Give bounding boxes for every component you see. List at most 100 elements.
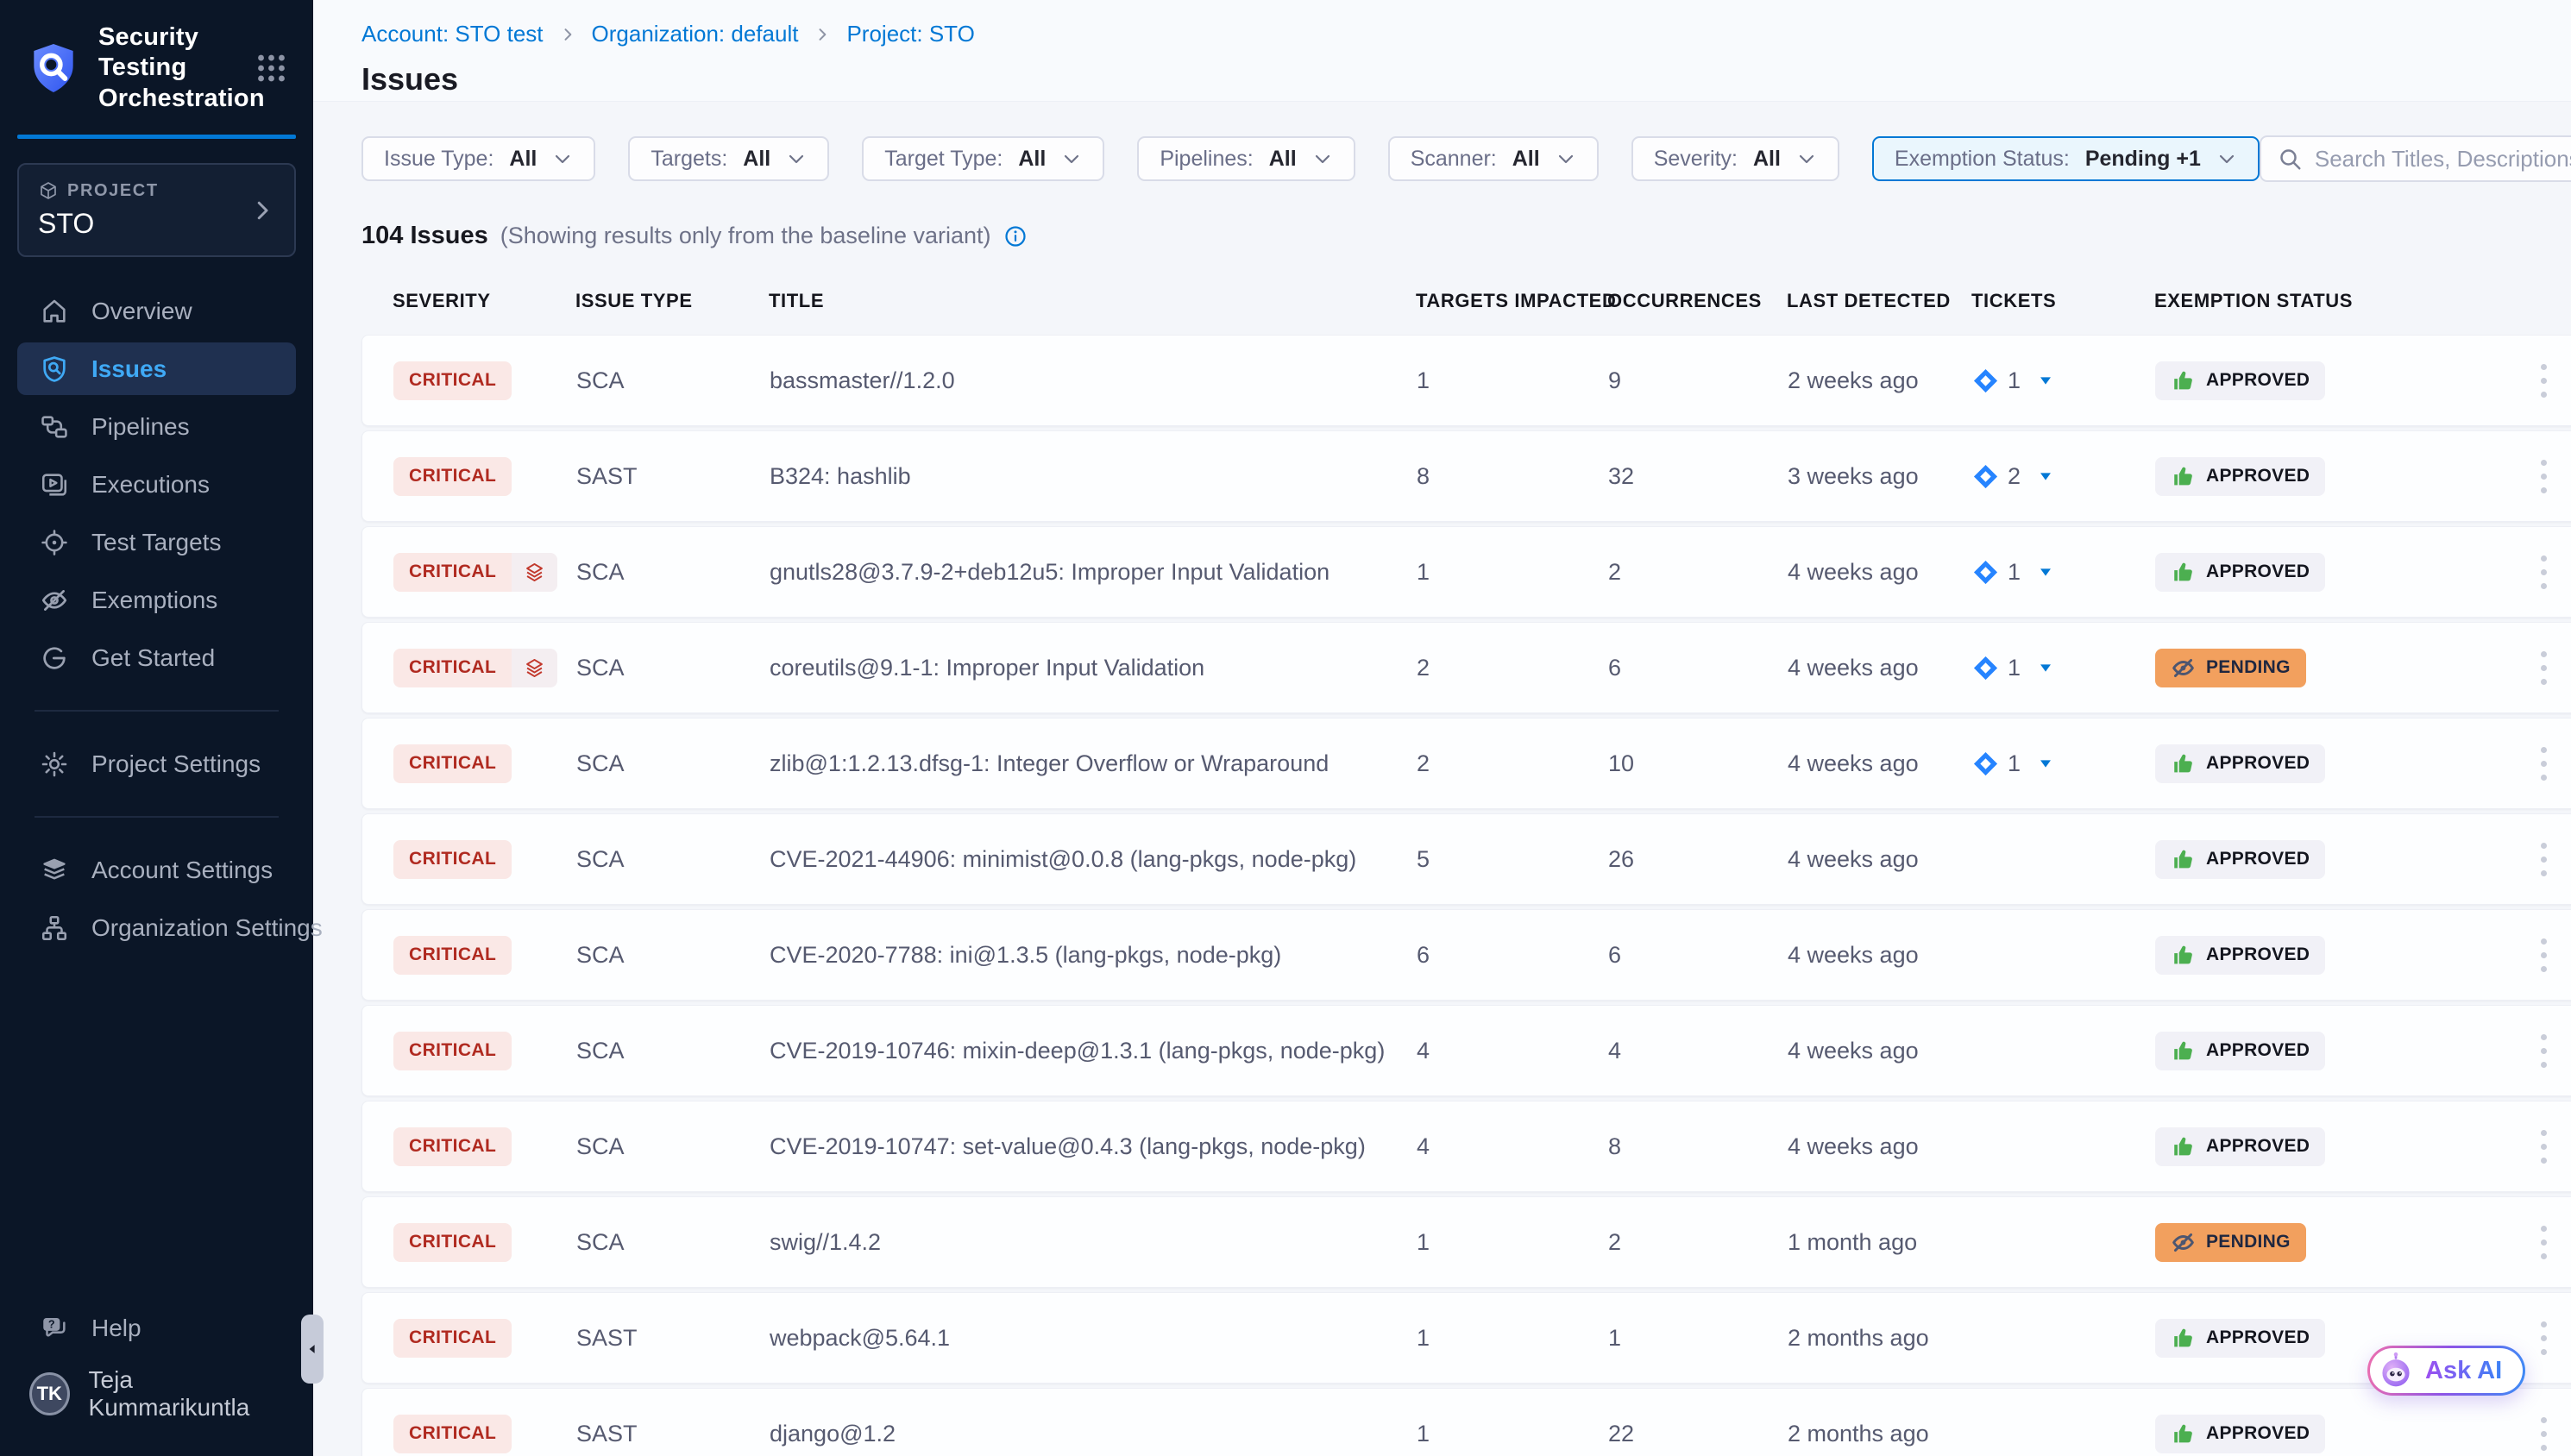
table-row[interactable]: CRITICALSCAbassmaster//1.2.0192 weeks ag… — [361, 335, 2571, 426]
home-icon — [40, 297, 69, 326]
chevron-right-icon — [559, 26, 576, 43]
sidebar-item-help[interactable]: ? Help — [17, 1302, 296, 1354]
sidebar-item-pipelines[interactable]: Pipelines — [17, 400, 296, 453]
module-grid-icon[interactable] — [254, 48, 289, 88]
row-menu-button[interactable] — [2536, 1125, 2552, 1169]
sidebar-item-overview[interactable]: Overview — [17, 285, 296, 337]
last-detected: 2 weeks ago — [1788, 367, 1972, 394]
table-row[interactable]: CRITICALSASTB324: hashlib8323 weeks ago2… — [361, 430, 2571, 522]
row-menu-button[interactable] — [2536, 359, 2552, 403]
exemption-status-badge: APPROVED — [2155, 553, 2325, 592]
thumb-up-icon — [2171, 560, 2196, 585]
exemption-status-cell: APPROVED — [2155, 936, 2442, 975]
breadcrumb-link[interactable]: Account: STO test — [361, 21, 544, 47]
issue-title: zlib@1:1.2.13.dfsg-1: Integer Overflow o… — [770, 750, 1417, 777]
thumb-up-icon — [2171, 1039, 2196, 1064]
exemption-status-badge: PENDING — [2155, 649, 2306, 687]
chevron-down-icon — [552, 148, 573, 169]
table-row[interactable]: CRITICALSCAswig//1.4.2121 month agoPENDI… — [361, 1196, 2571, 1288]
filter-label: Target Type: — [884, 147, 1003, 172]
last-detected: 4 weeks ago — [1788, 942, 1972, 969]
filter-targets[interactable]: Targets: All — [628, 136, 829, 181]
table-row[interactable]: CRITICALSCACVE-2019-10746: mixin-deep@1.… — [361, 1005, 2571, 1096]
occurrences: 22 — [1608, 1421, 1788, 1447]
svg-text:?: ? — [48, 1317, 55, 1330]
filter-issue-type[interactable]: Issue Type: All — [361, 136, 595, 181]
table-row[interactable]: CRITICALSCACVE-2021-44906: minimist@0.0.… — [361, 813, 2571, 905]
sidebar-item-test-targets[interactable]: Test Targets — [17, 516, 296, 568]
row-menu-button[interactable] — [2536, 1221, 2552, 1265]
sidebar-item-issues[interactable]: Issues — [17, 342, 296, 395]
ticket-caret-button[interactable] — [2036, 467, 2055, 486]
severity-label: CRITICAL — [393, 1127, 512, 1166]
row-menu-button[interactable] — [2536, 646, 2552, 690]
severity-badge: CRITICAL — [393, 1032, 512, 1070]
info-icon[interactable] — [1003, 224, 1028, 248]
table-header: SEVERITYISSUE TYPETITLETARGETS IMPACTEDO… — [361, 290, 2571, 312]
last-detected: 4 weeks ago — [1788, 846, 1972, 873]
severity-label: CRITICAL — [393, 1319, 512, 1358]
row-menu-button[interactable] — [2536, 1412, 2552, 1456]
breadcrumb-link[interactable]: Project: STO — [846, 21, 974, 47]
last-detected: 4 weeks ago — [1788, 750, 1972, 777]
occurrences: 1 — [1608, 1325, 1788, 1352]
ticket-caret-button[interactable] — [2036, 754, 2055, 773]
table-row[interactable]: CRITICALSCACVE-2020-7788: ini@1.3.5 (lan… — [361, 909, 2571, 1001]
sidebar-collapse-handle[interactable] — [301, 1315, 324, 1384]
table-row[interactable]: CRITICALSCAcoreutils@9.1-1: Improper Inp… — [361, 622, 2571, 713]
page-title: Issues — [361, 61, 2571, 97]
sidebar-item-organization-settings[interactable]: Organization Settings — [17, 901, 296, 954]
occurrences: 2 — [1608, 1229, 1788, 1256]
row-actions-cell — [2442, 1029, 2571, 1073]
occurrences: 9 — [1608, 367, 1788, 394]
ticket-caret-button[interactable] — [2036, 658, 2055, 677]
row-menu-button[interactable] — [2536, 933, 2552, 977]
severity-cell: CRITICAL — [393, 553, 576, 592]
last-detected: 1 month ago — [1788, 1229, 1972, 1256]
user-menu[interactable]: TK Teja Kummarikuntla — [17, 1363, 296, 1425]
filter-pipelines[interactable]: Pipelines: All — [1137, 136, 1355, 181]
severity-badge: CRITICAL — [393, 457, 512, 496]
chevron-down-icon — [1556, 148, 1576, 169]
layers-gear-icon — [40, 856, 69, 885]
filter-scanner[interactable]: Scanner: All — [1388, 136, 1599, 181]
table-row[interactable]: CRITICALSCAgnutls28@3.7.9-2+deb12u5: Imp… — [361, 526, 2571, 618]
row-actions-cell — [2442, 838, 2571, 882]
search-icon — [2277, 146, 2303, 172]
table-row[interactable]: CRITICALSCAzlib@1:1.2.13.dfsg-1: Integer… — [361, 718, 2571, 809]
search-input[interactable] — [2315, 146, 2571, 173]
ticket-caret-button[interactable] — [2036, 371, 2055, 390]
table-row[interactable]: CRITICALSASTdjango@1.21222 months agoAPP… — [361, 1388, 2571, 1456]
filter-exemption-status[interactable]: Exemption Status: Pending +1 — [1872, 136, 2260, 181]
project-selector[interactable]: PROJECT STO — [17, 163, 296, 257]
row-menu-button[interactable] — [2536, 1316, 2552, 1360]
table-row[interactable]: CRITICALSCACVE-2019-10747: set-value@0.4… — [361, 1101, 2571, 1192]
ticket-count: 1 — [2008, 559, 2021, 586]
row-menu-button[interactable] — [2536, 838, 2552, 882]
column-header: OCCURRENCES — [1607, 290, 1787, 312]
help-chat-icon: ? — [40, 1314, 69, 1343]
search-box[interactable] — [2260, 135, 2571, 182]
ask-ai-button[interactable]: Ask AI — [2367, 1346, 2525, 1396]
severity-label: CRITICAL — [393, 361, 512, 400]
breadcrumb-link[interactable]: Organization: default — [592, 21, 799, 47]
column-header: EXEMPTION STATUS — [2154, 290, 2441, 312]
sidebar-item-get-started[interactable]: Get Started — [17, 631, 296, 684]
sidebar-item-exemptions[interactable]: Exemptions — [17, 574, 296, 626]
sidebar-item-project-settings[interactable]: Project Settings — [17, 737, 296, 790]
occurrences: 8 — [1608, 1133, 1788, 1160]
filter-severity[interactable]: Severity: All — [1631, 136, 1839, 181]
filter-target-type[interactable]: Target Type: All — [862, 136, 1104, 181]
targets-impacted: 5 — [1417, 846, 1608, 873]
sidebar-item-executions[interactable]: Executions — [17, 458, 296, 511]
jira-ticket-icon — [1972, 750, 1999, 777]
ticket-caret-button[interactable] — [2036, 562, 2055, 581]
table-row[interactable]: CRITICALSASTwebpack@5.64.1112 months ago… — [361, 1292, 2571, 1384]
row-menu-button[interactable] — [2536, 742, 2552, 786]
row-menu-button[interactable] — [2536, 550, 2552, 594]
row-actions-cell — [2442, 742, 2571, 786]
row-actions-cell — [2442, 455, 2571, 499]
sidebar-item-account-settings[interactable]: Account Settings — [17, 844, 296, 896]
row-menu-button[interactable] — [2536, 1029, 2552, 1073]
row-menu-button[interactable] — [2536, 455, 2552, 499]
